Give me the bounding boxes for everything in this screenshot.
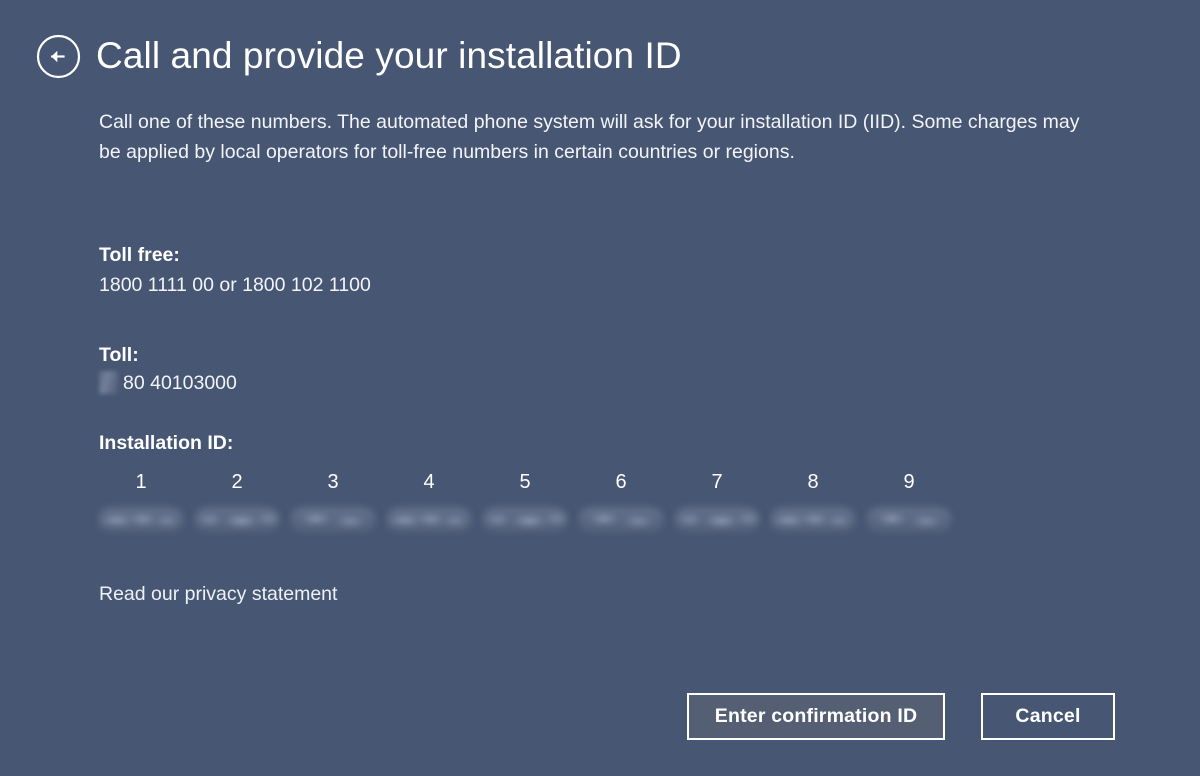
installation-id-column-3: 3 [290,470,376,533]
page-header: Call and provide your installation ID [0,0,1200,100]
installation-id-column-number: 3 [290,470,376,494]
installation-id-value-redacted [770,507,856,533]
installation-id-column-number: 6 [578,470,664,494]
installation-id-value-redacted [866,507,952,533]
cancel-button[interactable]: Cancel [981,693,1115,740]
installation-id-column-number: 5 [482,470,568,494]
enter-confirmation-id-button[interactable]: Enter confirmation ID [687,693,945,740]
installation-id-column-number: 4 [386,470,472,494]
installation-id-grid: 1 2 3 4 5 6 7 8 9 [98,470,968,540]
installation-id-value-redacted [194,507,280,533]
toll-redacted-prefix [99,371,118,394]
installation-id-column-7: 7 [674,470,760,533]
installation-id-column-5: 5 [482,470,568,533]
page-title: Call and provide your installation ID [96,31,682,81]
toll-free-label: Toll free: [99,244,180,267]
installation-id-column-2: 2 [194,470,280,533]
installation-id-column-number: 2 [194,470,280,494]
toll-number: 80 40103000 [123,372,237,395]
back-arrow-circle-icon[interactable] [36,34,81,79]
installation-id-column-number: 1 [98,470,184,494]
installation-id-value-redacted [482,507,568,533]
toll-label: Toll: [99,344,139,367]
installation-id-column-number: 9 [866,470,952,494]
installation-id-column-9: 9 [866,470,952,533]
installation-id-column-4: 4 [386,470,472,533]
installation-id-value-redacted [674,507,760,533]
installation-id-column-number: 7 [674,470,760,494]
installation-id-value-redacted [578,507,664,533]
toll-free-number: 1800 1111 00 or 1800 102 1100 [99,274,371,297]
intro-paragraph: Call one of these numbers. The automated… [99,107,1084,167]
privacy-statement-link[interactable]: Read our privacy statement [99,583,337,606]
installation-id-column-1: 1 [98,470,184,533]
installation-id-label: Installation ID: [99,432,233,455]
installation-id-column-number: 8 [770,470,856,494]
installation-id-column-6: 6 [578,470,664,533]
installation-id-value-redacted [290,507,376,533]
installation-id-value-redacted [386,507,472,533]
installation-id-value-redacted [98,507,184,533]
installation-id-column-8: 8 [770,470,856,533]
